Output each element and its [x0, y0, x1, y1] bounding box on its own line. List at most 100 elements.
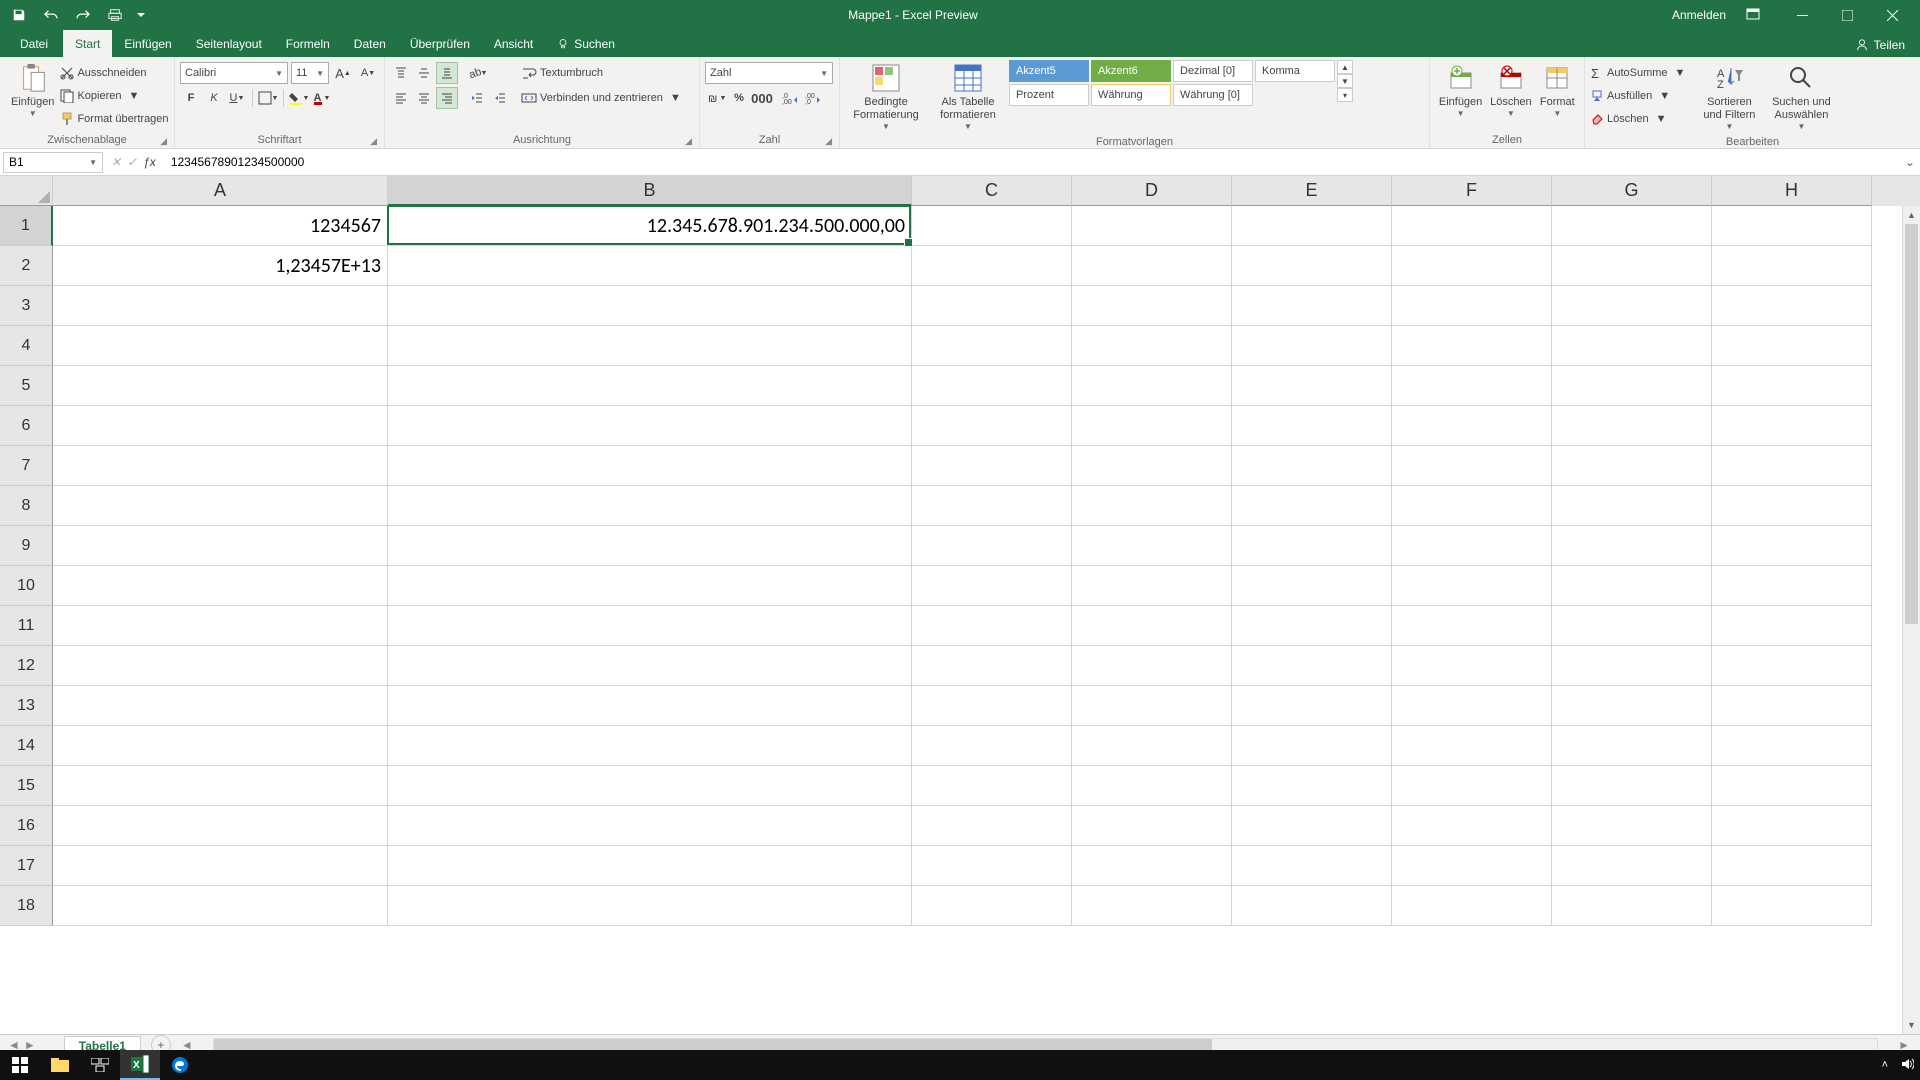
cell[interactable]: [1232, 846, 1392, 886]
cell[interactable]: [53, 726, 388, 766]
column-header[interactable]: B: [388, 176, 912, 206]
increase-font-icon[interactable]: A▲: [332, 62, 354, 84]
style-komma[interactable]: Komma: [1255, 60, 1335, 82]
cells-insert-button[interactable]: Einfügen▼: [1435, 60, 1486, 121]
cell[interactable]: [1552, 766, 1712, 806]
column-header[interactable]: H: [1712, 176, 1872, 206]
cells-delete-button[interactable]: Löschen▼: [1486, 60, 1535, 121]
cell[interactable]: [1552, 406, 1712, 446]
font-size-select[interactable]: 11▼: [291, 62, 329, 84]
cell[interactable]: [1552, 366, 1712, 406]
style-waehrung[interactable]: Währung: [1091, 84, 1171, 106]
cell[interactable]: [53, 686, 388, 726]
cell[interactable]: [1392, 206, 1552, 246]
cell[interactable]: [1392, 246, 1552, 286]
cell[interactable]: [388, 446, 912, 486]
cell[interactable]: [912, 526, 1072, 566]
fx-icon[interactable]: ƒx: [143, 155, 156, 169]
row-header[interactable]: 8: [0, 486, 53, 526]
cell[interactable]: [1552, 606, 1712, 646]
format-as-table-button[interactable]: Als Tabelle formatieren▼: [927, 60, 1009, 134]
cell[interactable]: [912, 246, 1072, 286]
cell[interactable]: [1392, 486, 1552, 526]
column-header[interactable]: A: [53, 176, 388, 206]
cell[interactable]: [912, 606, 1072, 646]
cell[interactable]: [388, 686, 912, 726]
fill-button[interactable]: Ausfüllen▼: [1590, 85, 1685, 107]
cell[interactable]: [388, 766, 912, 806]
formula-input[interactable]: 12345678901234500000: [161, 155, 1900, 169]
cells-format-button[interactable]: Format▼: [1536, 60, 1579, 121]
cell[interactable]: [53, 806, 388, 846]
tray-volume-icon[interactable]: [1900, 1057, 1914, 1074]
style-waehrung0[interactable]: Währung [0]: [1173, 84, 1253, 106]
cell[interactable]: [1072, 326, 1232, 366]
scroll-up-icon[interactable]: ▲: [1903, 206, 1920, 224]
taskbar-task-view-icon[interactable]: [80, 1050, 120, 1080]
cancel-formula-icon[interactable]: ✕: [111, 155, 121, 169]
cell[interactable]: [1232, 886, 1392, 926]
tab-insert[interactable]: Einfügen: [112, 30, 183, 57]
underline-button[interactable]: U▼: [226, 87, 248, 109]
cell[interactable]: [388, 566, 912, 606]
cell[interactable]: [912, 686, 1072, 726]
percent-format-icon[interactable]: %: [728, 87, 750, 109]
cell[interactable]: [1072, 406, 1232, 446]
cell[interactable]: [1072, 206, 1232, 246]
row-header[interactable]: 13: [0, 686, 53, 726]
cell[interactable]: [1552, 566, 1712, 606]
row-header[interactable]: 15: [0, 766, 53, 806]
find-select-button[interactable]: Suchen und Auswählen▼: [1765, 60, 1837, 134]
cell[interactable]: [1232, 646, 1392, 686]
cell[interactable]: [388, 646, 912, 686]
select-all-corner[interactable]: [0, 176, 53, 206]
cell[interactable]: [1392, 886, 1552, 926]
cell[interactable]: [1552, 646, 1712, 686]
cell[interactable]: [1552, 526, 1712, 566]
tab-formulas[interactable]: Formeln: [274, 30, 342, 57]
italic-button[interactable]: K: [203, 87, 225, 109]
cell[interactable]: [1072, 846, 1232, 886]
cell[interactable]: [1552, 686, 1712, 726]
align-top-icon[interactable]: [390, 62, 412, 84]
cell[interactable]: [1392, 526, 1552, 566]
cell[interactable]: [1392, 366, 1552, 406]
cell[interactable]: [1712, 286, 1872, 326]
cell[interactable]: [1232, 446, 1392, 486]
start-button[interactable]: [0, 1050, 40, 1080]
cell[interactable]: [388, 846, 912, 886]
redo-icon[interactable]: [72, 4, 94, 26]
cell[interactable]: [53, 446, 388, 486]
cell[interactable]: [53, 286, 388, 326]
cell[interactable]: [53, 646, 388, 686]
cell[interactable]: [912, 286, 1072, 326]
number-format-select[interactable]: Zahl▼: [705, 62, 833, 84]
cell[interactable]: [53, 326, 388, 366]
style-akzent5[interactable]: Akzent5: [1009, 60, 1089, 82]
cell[interactable]: [1392, 606, 1552, 646]
fill-color-button[interactable]: ▼: [288, 87, 310, 109]
cell[interactable]: [53, 486, 388, 526]
cell[interactable]: [1392, 566, 1552, 606]
column-header[interactable]: D: [1072, 176, 1232, 206]
taskbar-excel-icon[interactable]: X: [120, 1050, 160, 1080]
column-header[interactable]: C: [912, 176, 1072, 206]
cell[interactable]: [912, 206, 1072, 246]
align-middle-icon[interactable]: [413, 62, 435, 84]
column-header[interactable]: G: [1552, 176, 1712, 206]
bold-button[interactable]: F: [180, 87, 202, 109]
tab-review[interactable]: Überprüfen: [398, 30, 482, 57]
row-header[interactable]: 17: [0, 846, 53, 886]
font-name-select[interactable]: Calibri▼: [180, 62, 288, 84]
cell[interactable]: [1232, 606, 1392, 646]
cell[interactable]: [1232, 526, 1392, 566]
scrollbar-thumb[interactable]: [1905, 224, 1918, 624]
format-painter-button[interactable]: Format übertragen: [60, 108, 168, 130]
cell[interactable]: [1712, 246, 1872, 286]
tab-file[interactable]: Datei: [5, 30, 63, 57]
align-bottom-icon[interactable]: [436, 62, 458, 84]
cell[interactable]: [1232, 246, 1392, 286]
tab-page-layout[interactable]: Seitenlayout: [184, 30, 274, 57]
cell[interactable]: [912, 406, 1072, 446]
row-header[interactable]: 4: [0, 326, 53, 366]
